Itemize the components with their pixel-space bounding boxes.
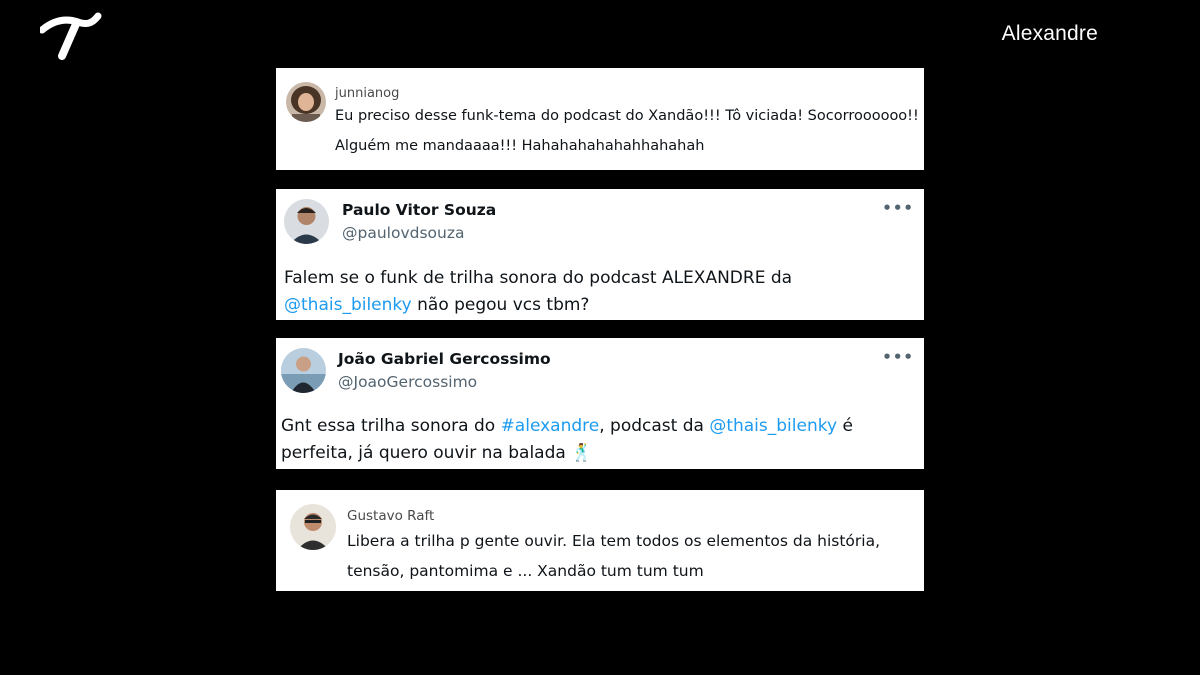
tweet-text-segment: , podcast da [599,416,710,436]
mention-link[interactable]: @thais_bilenky [709,416,837,436]
more-options-icon[interactable]: ••• [882,348,914,366]
tweet-handle[interactable]: @paulovdsouza [342,224,464,242]
show-title: Alexandre [1001,22,1098,45]
tweet-text-line: Alguém me mandaaaa!!! Hahahahahahahhahah… [335,138,705,154]
mention-link[interactable]: @thais_bilenky [284,295,412,315]
tweet-text-line: Libera a trilha p gente ouvir. Ela tem t… [347,532,881,550]
brand-logo-icon [38,10,102,60]
tweet-card[interactable]: João Gabriel Gercossimo @JoaoGercossimo … [276,338,924,469]
avatar[interactable] [284,199,329,244]
tweet-author-name[interactable]: Paulo Vitor Souza [342,201,496,219]
tweet-card[interactable]: Gustavo Raft Libera a trilha p gente ouv… [276,490,924,591]
avatar[interactable] [290,504,336,550]
avatar[interactable] [286,82,326,122]
more-options-icon[interactable]: ••• [882,199,914,217]
tweet-handle[interactable]: Gustavo Raft [347,508,434,524]
tweet-card[interactable]: junnianog Eu preciso desse funk-tema do … [276,68,924,170]
tweet-text-line: Eu preciso desse funk-tema do podcast do… [335,108,919,124]
hashtag-link[interactable]: #alexandre [501,416,600,436]
tweet-handle[interactable]: @JoaoGercossimo [338,373,477,391]
tweet-text: Falem se o funk de trilha sonora do podc… [284,265,914,319]
dancer-emoji-icon: 🕺 [571,443,593,463]
tweet-text-segment: Falem se o funk de trilha sonora do podc… [284,268,793,288]
tweet-text-segment: Gnt essa trilha sonora do [281,416,501,436]
tweet-text-segment: não pegou vcs tbm? [411,295,590,315]
tweet-text: Gnt essa trilha sonora do #alexandre, po… [281,413,916,467]
tweet-card[interactable]: Paulo Vitor Souza @paulovdsouza ••• Fale… [276,189,924,320]
tweet-handle[interactable]: junnianog [335,86,399,101]
avatar[interactable] [281,348,326,393]
tweet-text-line: tensão, pantomima e ... Xandão tum tum t… [347,562,704,580]
tweet-author-name[interactable]: João Gabriel Gercossimo [338,350,551,368]
